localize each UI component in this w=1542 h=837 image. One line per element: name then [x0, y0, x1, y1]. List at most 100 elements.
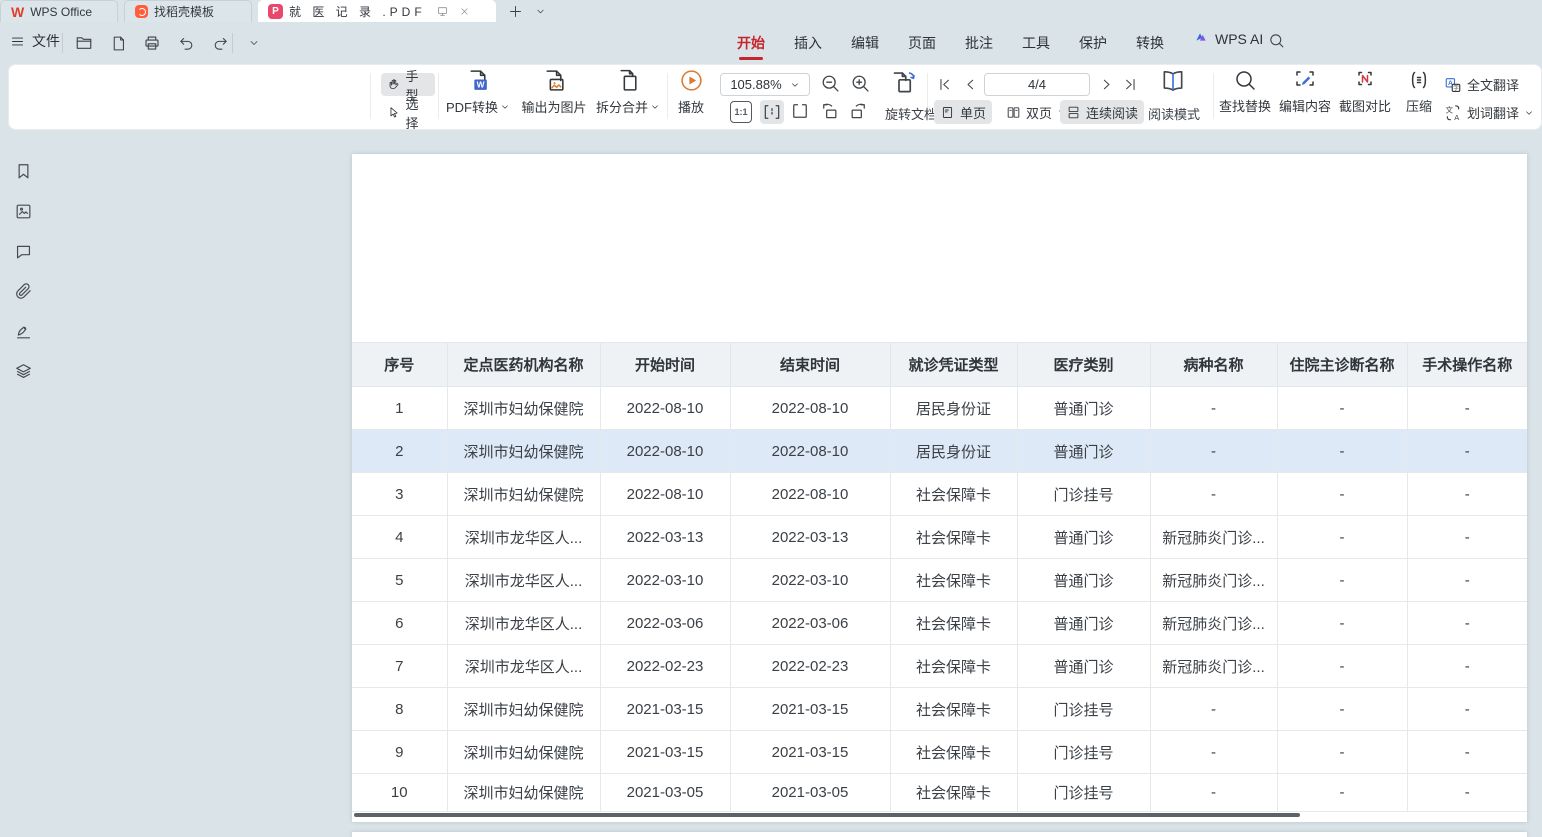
- first-page-button[interactable]: [936, 76, 953, 93]
- table-cell: -: [1277, 731, 1407, 774]
- undo-button[interactable]: [174, 31, 198, 55]
- tab-edit[interactable]: 编辑: [851, 22, 879, 64]
- fit-page-button[interactable]: [790, 101, 810, 121]
- monitor-icon[interactable]: [436, 5, 449, 18]
- continuous-read-button[interactable]: 连续阅读: [1060, 100, 1144, 124]
- compress-button[interactable]: 压缩: [1398, 68, 1440, 115]
- table-cell: -: [1407, 387, 1527, 430]
- full-translate-label: 全文翻译: [1467, 75, 1519, 94]
- cursor-icon: [387, 105, 401, 120]
- fit-width-button[interactable]: [760, 100, 784, 124]
- pdf-page[interactable]: 序号定点医药机构名称开始时间结束时间就诊凭证类型医疗类别病种名称住院主诊断名称手…: [352, 154, 1527, 822]
- zoom-out-button[interactable]: [820, 73, 841, 94]
- table-cell: 2022-03-06: [600, 602, 730, 645]
- read-mode-icon[interactable]: [1160, 68, 1186, 94]
- table-cell: -: [1277, 602, 1407, 645]
- word-translate-button[interactable]: 划词翻译: [1444, 102, 1534, 123]
- page-number-input[interactable]: 4/4: [984, 73, 1090, 96]
- double-page-label: 双页: [1026, 103, 1052, 122]
- signature-panel-button[interactable]: [8, 316, 38, 346]
- tab-home[interactable]: 开始: [737, 22, 765, 64]
- select-tool-button[interactable]: 选择: [381, 101, 435, 124]
- table-cell: 社会保障卡: [890, 559, 1017, 602]
- table-cell: 社会保障卡: [890, 688, 1017, 731]
- tab-insert[interactable]: 插入: [794, 22, 822, 64]
- last-page-icon: [1122, 76, 1139, 93]
- screenshot-compare-button[interactable]: 截图对比: [1336, 68, 1394, 115]
- table-cell: 新冠肺炎门诊...: [1150, 516, 1277, 559]
- chevron-down-icon: [790, 80, 800, 90]
- split-merge-button[interactable]: 拆分合并: [592, 68, 664, 116]
- table-cell: 深圳市妇幼保健院: [447, 387, 600, 430]
- play-button[interactable]: 播放: [670, 68, 712, 116]
- single-page-button[interactable]: 单页: [934, 100, 992, 124]
- split-merge-label: 拆分合并: [596, 97, 648, 116]
- plus-icon: [508, 4, 523, 19]
- rotate-doc-icon[interactable]: [890, 68, 917, 95]
- tab-comment[interactable]: 批注: [965, 22, 993, 64]
- tab-convert[interactable]: 转换: [1136, 22, 1164, 64]
- comments-panel-button[interactable]: [8, 236, 38, 266]
- rotate-doc-label[interactable]: 旋转文档: [880, 104, 942, 123]
- split-merge-icon: [616, 68, 641, 93]
- tab-wps-office[interactable]: W WPS Office: [0, 0, 118, 22]
- tab-docer-templates[interactable]: 找稻壳模板: [124, 0, 252, 22]
- tab-protect[interactable]: 保护: [1079, 22, 1107, 64]
- attachments-panel-button[interactable]: [8, 276, 38, 306]
- redo-button[interactable]: [208, 31, 232, 55]
- new-tab-button[interactable]: [508, 0, 523, 22]
- zoom-in-button[interactable]: [850, 73, 871, 94]
- quickbar-more-button[interactable]: [242, 31, 266, 55]
- wps-ai-icon: [1194, 31, 1210, 47]
- wps-ai-label: WPS AI: [1215, 31, 1263, 47]
- tab-page[interactable]: 页面: [908, 22, 936, 64]
- actual-size-button[interactable]: 1:1: [730, 101, 752, 123]
- close-icon[interactable]: [459, 6, 470, 17]
- table-cell: -: [1407, 602, 1527, 645]
- table-cell: -: [1277, 559, 1407, 602]
- page-indicator: 4/4: [1028, 77, 1046, 92]
- tab-tools[interactable]: 工具: [1022, 22, 1050, 64]
- find-replace-button[interactable]: 查找替换: [1216, 68, 1274, 115]
- word-translate-icon: [1444, 104, 1462, 122]
- last-page-button[interactable]: [1122, 76, 1139, 93]
- search-icon: [1268, 32, 1285, 49]
- save-button[interactable]: [106, 31, 130, 55]
- layers-panel-button[interactable]: [8, 356, 38, 386]
- read-mode-label[interactable]: 阅读模式: [1146, 104, 1202, 123]
- export-image-button[interactable]: 输出为图片: [516, 68, 592, 116]
- bookmarks-panel-button[interactable]: [8, 156, 38, 186]
- rotate-right-button[interactable]: [848, 101, 868, 121]
- table-cell: 2022-02-23: [730, 645, 890, 688]
- table-bottom-scrollbar[interactable]: [354, 813, 1300, 817]
- table-cell: 门诊挂号: [1017, 688, 1150, 731]
- rotate-left-button[interactable]: [820, 101, 840, 121]
- tab-document[interactable]: P 就 医 记 录 .PDF: [258, 0, 496, 22]
- wps-ai-button[interactable]: WPS AI: [1194, 31, 1263, 47]
- tab-list-button[interactable]: [535, 0, 546, 22]
- zoom-level-select[interactable]: 105.88%: [720, 73, 810, 96]
- column-header: 定点医药机构名称: [447, 343, 600, 387]
- thumbnails-panel-button[interactable]: [8, 196, 38, 226]
- file-menu-button[interactable]: 文件: [10, 31, 60, 51]
- print-button[interactable]: [140, 31, 164, 55]
- next-page-button[interactable]: [1098, 76, 1115, 93]
- table-cell: -: [1150, 473, 1277, 516]
- column-header: 病种名称: [1150, 343, 1277, 387]
- pdf-convert-button[interactable]: PDF转换: [440, 68, 516, 116]
- edit-content-button[interactable]: 编辑内容: [1276, 68, 1334, 115]
- redo-icon: [212, 35, 229, 52]
- full-translate-button[interactable]: 全文翻译: [1444, 74, 1519, 95]
- table-cell: -: [1407, 731, 1527, 774]
- zoom-level-value: 105.88%: [730, 77, 781, 92]
- table-row: 5深圳市龙华区人...2022-03-102022-03-10社会保障卡普通门诊…: [352, 559, 1527, 602]
- prev-page-button[interactable]: [962, 76, 979, 93]
- continuous-read-label: 连续阅读: [1086, 103, 1138, 122]
- folder-icon: [75, 34, 93, 52]
- ribbon-search-button[interactable]: [1268, 32, 1285, 49]
- pdf-file-icon: P: [268, 4, 283, 19]
- table-cell: 2021-03-05: [600, 774, 730, 812]
- export-image-label: 输出为图片: [521, 97, 586, 116]
- open-file-button[interactable]: [72, 31, 96, 55]
- table-cell: -: [1150, 731, 1277, 774]
